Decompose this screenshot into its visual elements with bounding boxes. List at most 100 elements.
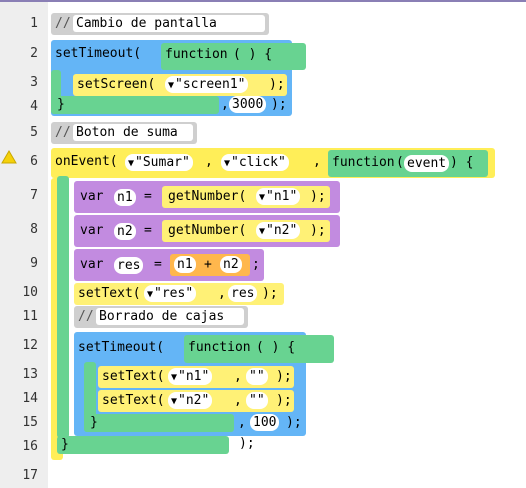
line-number: 16: [22, 439, 38, 454]
line-number: 8: [30, 222, 38, 237]
close-paren: );: [310, 223, 326, 238]
comma: ,: [234, 393, 242, 408]
settext-label: setText(: [102, 393, 165, 408]
arg-value: "res": [154, 286, 194, 301]
var-n2-block[interactable]: var n2 = getNumber( ▼"n2" );: [74, 215, 340, 247]
var-name[interactable]: res: [114, 257, 144, 274]
function-parens: ( ) {: [233, 47, 273, 62]
line-number: 4: [30, 99, 38, 114]
close-paren: );: [286, 415, 302, 430]
settext-n2-block[interactable]: setText( ▼"n2" , "" );: [98, 390, 294, 412]
event-type-arg[interactable]: ▼"click": [221, 154, 289, 171]
getnumber-arg[interactable]: ▼"n2": [256, 222, 301, 239]
settext-id-arg[interactable]: ▼"res": [144, 285, 197, 302]
semicolon: ;: [252, 257, 260, 272]
line-number: 1: [30, 16, 38, 31]
var-keyword: var: [80, 223, 104, 238]
function-keyword: function: [332, 155, 395, 170]
comment-block-cambio[interactable]: // Cambio de pantalla: [51, 13, 269, 35]
function-block-3[interactable]: function ( ) {: [184, 335, 334, 363]
triangle-down-icon[interactable]: ▼: [147, 289, 153, 300]
function-block-2[interactable]: function ( event ) {: [328, 150, 488, 177]
comment-text[interactable]: Boton de suma: [73, 124, 193, 141]
triangle-down-icon[interactable]: ▼: [259, 192, 265, 203]
arg-value: "": [249, 369, 265, 384]
operand-n1[interactable]: n1: [174, 256, 196, 273]
settimeout-label: setTimeout(: [55, 46, 142, 61]
close-paren: );: [239, 436, 255, 451]
top-border: [0, 0, 526, 2]
line-number: 13: [22, 367, 38, 382]
setscreen-label: setScreen(: [77, 77, 156, 92]
line-number: 15: [22, 415, 38, 430]
line-number: 5: [30, 125, 38, 140]
var-name[interactable]: n2: [114, 223, 136, 240]
comment-label: Borrado de cajas: [99, 309, 225, 324]
comma: ,: [313, 154, 321, 169]
settext-value-arg[interactable]: res: [228, 285, 258, 302]
triangle-down-icon[interactable]: ▼: [259, 226, 265, 237]
element-id-arg[interactable]: ▼"Sumar": [125, 154, 193, 171]
triangle-down-icon[interactable]: ▼: [171, 372, 177, 383]
getnumber-label: getNumber(: [168, 223, 247, 238]
onevent-header[interactable]: onEvent( ▼"Sumar" , ▼"click" , function …: [51, 148, 495, 178]
event-param[interactable]: event: [404, 155, 450, 172]
comment-block-borrado[interactable]: // Borrado de cajas: [74, 306, 248, 328]
operand-text: n1: [177, 257, 193, 272]
triangle-down-icon[interactable]: ▼: [171, 396, 177, 407]
delay-value-100[interactable]: 100: [250, 414, 280, 431]
arg-value: "n1": [178, 369, 210, 384]
var-keyword: var: [80, 257, 104, 272]
paren: ) {: [450, 155, 474, 170]
line-number: 10: [22, 285, 38, 300]
settext-n1-block[interactable]: setText( ▼"n1" , "" );: [98, 366, 294, 388]
comment-block-boton[interactable]: // Boton de suma: [51, 122, 197, 144]
function-block-1[interactable]: function ( ) {: [161, 43, 306, 70]
var-n1-block[interactable]: var n1 = getNumber( ▼"n1" );: [74, 181, 340, 213]
triangle-down-icon[interactable]: ▼: [224, 158, 230, 169]
function-footer-2: }: [57, 436, 229, 454]
paren: (: [396, 155, 404, 170]
settext-id-arg[interactable]: ▼"n2": [168, 392, 213, 409]
arg-value: "n2": [266, 223, 298, 238]
equals: =: [144, 223, 152, 238]
comment-text[interactable]: Borrado de cajas: [96, 308, 244, 325]
close-brace: }: [61, 437, 69, 452]
settext-value-arg[interactable]: "": [246, 392, 268, 409]
triangle-down-icon[interactable]: ▼: [128, 158, 134, 169]
arg-value: "screen1": [175, 77, 246, 92]
settext-id-arg[interactable]: ▼"n1": [168, 368, 213, 385]
close-brace: }: [57, 97, 65, 112]
delay-value-3000[interactable]: 3000: [229, 96, 267, 113]
delay-number: 100: [253, 415, 277, 430]
operand-n2[interactable]: n2: [220, 256, 242, 273]
settext-value-arg[interactable]: "": [246, 368, 268, 385]
triangle-down-icon[interactable]: ▼: [168, 80, 174, 91]
addition-block[interactable]: n1 + n2: [170, 254, 250, 276]
warning-icon[interactable]: [1, 150, 17, 164]
settext-res-block[interactable]: setText( ▼"res" , res );: [74, 283, 284, 305]
line-number: 6: [30, 154, 38, 169]
getnumber-label: getNumber(: [168, 189, 247, 204]
var-name[interactable]: n1: [114, 189, 136, 206]
getnumber-block[interactable]: getNumber( ▼"n1" );: [162, 186, 330, 208]
settimeout-block-1[interactable]: setTimeout( function ( ) { setScreen( ▼"…: [51, 40, 306, 116]
arg-value: "n1": [266, 189, 298, 204]
comment-text[interactable]: Cambio de pantalla: [73, 15, 265, 32]
comment-slashes: //: [55, 16, 71, 31]
getnumber-arg[interactable]: ▼"n1": [256, 188, 301, 205]
function-footer: }: [51, 96, 219, 114]
setscreen-block[interactable]: setScreen( ▼"screen1" );: [73, 74, 287, 96]
line-number: 7: [30, 188, 38, 203]
onevent-label: onEvent(: [55, 154, 118, 169]
screen-arg[interactable]: ▼"screen1": [165, 76, 249, 93]
var-res-block[interactable]: var res = n1 + n2 ;: [74, 249, 264, 281]
comma: ,: [238, 415, 246, 430]
operand-text: n2: [223, 257, 239, 272]
comment-slashes: //: [55, 125, 71, 140]
arg-value: "Sumar": [135, 155, 190, 170]
close-paren: );: [276, 393, 292, 408]
getnumber-block[interactable]: getNumber( ▼"n2" );: [162, 220, 330, 242]
settimeout-block-2[interactable]: setTimeout( function ( ) { setText( ▼"n1…: [74, 332, 334, 436]
comma: ,: [218, 286, 226, 301]
